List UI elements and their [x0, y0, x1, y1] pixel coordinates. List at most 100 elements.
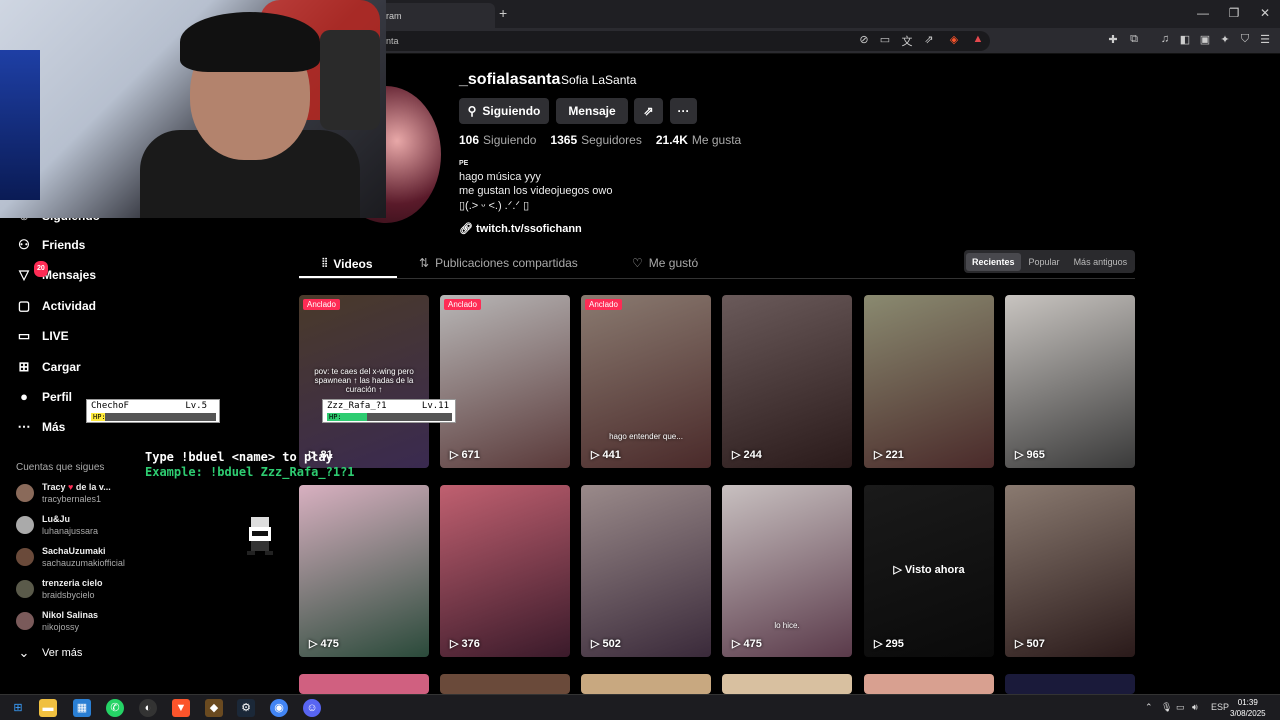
following-stat[interactable]: 106 Siguiendo — [459, 133, 536, 147]
screenshot-icon[interactable]: ⧉ — [1126, 33, 1142, 46]
network-icon[interactable]: ▭ — [1176, 702, 1185, 713]
view-count: ▷ 376 — [450, 637, 480, 650]
video-thumbnail[interactable]: Anclado ▷ 671 — [440, 295, 570, 468]
player-name: Zzz_Rafa_?1 — [327, 401, 387, 411]
bio-flag: PE — [459, 160, 469, 167]
profile-link[interactable]: 🔗︎ twitch.tv/ssofichann — [459, 222, 582, 235]
following-account[interactable]: Lu&Ju luhanajussara — [16, 511, 98, 539]
menu-icon[interactable]: ☰ — [1257, 33, 1273, 46]
extensions-icon[interactable]: ✚ — [1105, 33, 1121, 46]
following-account[interactable]: trenzeria cielo braidsbycielo — [16, 575, 103, 603]
game-icon[interactable]: ◆ — [205, 699, 223, 717]
cast-icon[interactable]: ▭ — [877, 33, 893, 46]
clock[interactable]: 01:39 3/08/2025 — [1230, 697, 1266, 719]
video-caption: hago entender que... — [609, 432, 683, 441]
chevron-up-icon[interactable]: ⌃ — [1145, 702, 1153, 713]
video-thumbnail[interactable]: Anclado hago entender que... ▷ 441 — [581, 295, 711, 468]
sort-popular-button[interactable]: Popular — [1023, 253, 1066, 271]
minimize-button[interactable]: — — [1193, 6, 1213, 20]
video-thumbnail[interactable] — [299, 674, 429, 694]
video-thumbnail[interactable] — [864, 674, 994, 694]
brave-shield-icon[interactable]: ◈ — [946, 33, 962, 46]
hp-bar: HP: — [91, 413, 216, 421]
sidebar-item-more[interactable]: ⋯ Más — [16, 416, 66, 438]
following-button[interactable]: ⚲ Siguiendo — [459, 98, 549, 124]
share-page-icon[interactable]: ⇗ — [921, 33, 937, 46]
language-indicator[interactable]: ESP — [1211, 702, 1229, 712]
game-instructions: Type !bduel <name> to play — [145, 450, 333, 464]
video-thumbnail[interactable] — [1005, 674, 1135, 694]
following-count: 106 — [459, 133, 480, 147]
discord-icon[interactable]: ☺ — [303, 699, 321, 717]
share-icon[interactable]: ⇗ — [634, 98, 663, 124]
restore-button[interactable]: ❐ — [1224, 6, 1244, 20]
sort-recent-button[interactable]: Recientes — [966, 252, 1021, 271]
video-thumbnail[interactable]: ▷ 475 — [299, 485, 429, 657]
sidebar-item-friends[interactable]: ⚇ Friends — [16, 234, 85, 256]
more-options-button[interactable]: ··· — [670, 98, 697, 124]
following-account[interactable]: Nikol Salinas nikojossy — [16, 607, 98, 635]
chrome-icon[interactable]: ◉ — [270, 699, 288, 717]
video-thumbnail[interactable] — [581, 674, 711, 694]
video-thumbnail[interactable] — [440, 674, 570, 694]
view-count-value: 965 — [1026, 449, 1045, 461]
sidebar-toggle-icon[interactable]: ◧ — [1177, 33, 1193, 46]
leo-ai-icon[interactable]: ✦ — [1217, 33, 1233, 46]
browser-tab-title: ram — [386, 11, 402, 21]
tab-label: Videos — [333, 256, 373, 271]
webcam-overlay — [0, 0, 386, 218]
no-translate-icon[interactable]: ⊘ — [856, 33, 872, 46]
video-thumbnail[interactable]: ▷ Visto ahora ▷ 295 — [864, 485, 994, 657]
windows-start-icon[interactable]: ⊞ — [9, 699, 27, 717]
whatsapp-icon[interactable]: ✆ — [106, 699, 124, 717]
sidebar-item-profile[interactable]: ● Perfil — [16, 386, 72, 408]
sidebar-item-live[interactable]: ▭ LIVE — [16, 325, 69, 347]
view-count-value: 507 — [1026, 638, 1045, 650]
followers-label: Seguidores — [581, 133, 642, 147]
video-thumbnail[interactable]: lo hice. ▷ 475 — [722, 485, 852, 657]
tab-liked[interactable]: ♡ Me gustó — [632, 256, 698, 270]
close-window-button[interactable]: ✕ — [1255, 6, 1275, 20]
sidebar-item-messages[interactable]: ▽ 20 Mensajes — [16, 261, 96, 286]
followers-stat[interactable]: 1365 Seguidores — [550, 133, 641, 147]
browser-tab[interactable]: ram — [380, 3, 495, 28]
store-icon[interactable]: ▦ — [73, 699, 91, 717]
thumbnail-image — [581, 295, 711, 468]
video-thumbnail[interactable]: ▷ 376 — [440, 485, 570, 657]
video-thumbnail[interactable]: ▷ 244 — [722, 295, 852, 468]
sidebar-item-activity[interactable]: ▢ Actividad — [16, 295, 96, 317]
translate-icon[interactable]: 文 — [899, 33, 915, 49]
wallet-icon[interactable]: ▣ — [1197, 33, 1213, 46]
sidebar-item-upload[interactable]: ⊞ Cargar — [16, 356, 81, 378]
file-explorer-icon[interactable]: ▬ — [39, 699, 57, 717]
following-account[interactable]: Tracy ♥ de la v... tracybernales1 — [16, 479, 111, 507]
following-account[interactable]: SachaUzumaki sachauzumakiofficial — [16, 543, 125, 571]
heart-icon: ♥ — [68, 482, 74, 492]
play-icon: ▷ — [450, 638, 462, 650]
message-button[interactable]: Mensaje — [556, 98, 628, 124]
tab-shared-posts[interactable]: ⇅ Publicaciones compartidas — [419, 256, 578, 270]
tab-videos[interactable]: ⦙⦙ Videos — [322, 256, 373, 271]
see-more-link[interactable]: ⌄ Ver más — [16, 642, 83, 664]
new-tab-button[interactable]: + — [499, 5, 507, 21]
tab-label: Publicaciones compartidas — [435, 256, 578, 270]
microphone-icon[interactable]: 🎙︎ — [1161, 702, 1172, 713]
app-icon[interactable]: ◐ — [139, 699, 157, 717]
video-thumbnail[interactable]: Anclado pov: te caes del x-wing pero spaw… — [299, 295, 429, 468]
vpn-icon[interactable]: ⛉ — [1237, 33, 1253, 46]
thumbnail-image — [1005, 485, 1135, 657]
brave-browser-icon[interactable]: ▼ — [172, 699, 190, 717]
play-icon: ▷ — [1015, 449, 1027, 461]
microphone — [320, 30, 380, 130]
video-thumbnail[interactable]: ▷ 507 — [1005, 485, 1135, 657]
steam-icon[interactable]: ⚙ — [237, 699, 255, 717]
brave-rewards-icon[interactable]: ▲ — [970, 33, 986, 45]
video-thumbnail[interactable]: ▷ 502 — [581, 485, 711, 657]
sort-oldest-button[interactable]: Más antiguos — [1068, 253, 1134, 271]
thumbnail-image — [440, 485, 570, 657]
music-icon[interactable]: ♫ — [1157, 33, 1173, 45]
video-thumbnail[interactable] — [722, 674, 852, 694]
video-thumbnail[interactable]: ▷ 965 — [1005, 295, 1135, 468]
volume-icon[interactable]: 🔊︎ — [1192, 702, 1198, 713]
video-thumbnail[interactable]: ▷ 221 — [864, 295, 994, 468]
